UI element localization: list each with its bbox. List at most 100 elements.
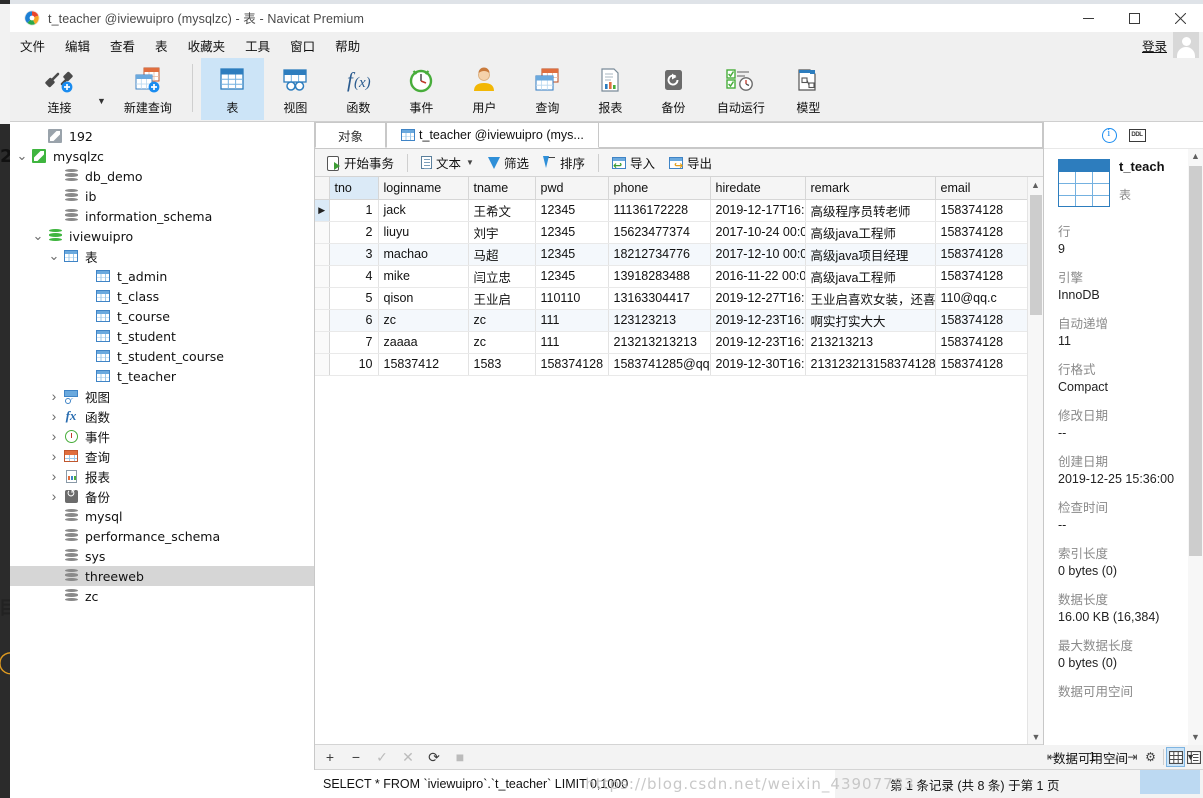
row-selector[interactable]: [315, 287, 330, 310]
toolbar-function[interactable]: f (x) 函数: [327, 58, 390, 120]
tree-node-mysqlzc[interactable]: ⌄ mysqlzc: [10, 146, 314, 166]
ddl-icon[interactable]: DDL: [1128, 128, 1146, 142]
menu-view[interactable]: 查看: [100, 33, 145, 58]
toolbar-view[interactable]: 视图: [264, 58, 327, 120]
cell-loginname[interactable]: 15837412: [378, 353, 469, 376]
cell-phone[interactable]: 15623477374: [608, 221, 711, 244]
tree-node--[interactable]: › 视图: [10, 386, 314, 406]
cell-pwd[interactable]: 12345: [535, 265, 609, 288]
toolbar-user[interactable]: 用户: [453, 58, 516, 120]
confirm-edit-button[interactable]: ✓: [375, 749, 389, 766]
row-selector[interactable]: ▶: [315, 199, 330, 222]
cell-tno[interactable]: 2: [329, 221, 379, 244]
tab-objects[interactable]: 对象: [315, 122, 387, 148]
cell-email[interactable]: 158374128: [935, 309, 1028, 332]
cell-pwd[interactable]: 12345: [535, 243, 609, 266]
cell-pwd[interactable]: 12345: [535, 199, 609, 222]
cell-email[interactable]: 158374128: [935, 265, 1028, 288]
tree-node-zc[interactable]: zc: [10, 586, 314, 606]
toolbar-model[interactable]: 模型: [777, 58, 840, 120]
tree-node-t_course[interactable]: t_course: [10, 306, 314, 326]
row-selector[interactable]: [315, 309, 330, 332]
tree-node-ib[interactable]: ib: [10, 186, 314, 206]
grid-vertical-scrollbar[interactable]: ▲ ▼: [1027, 177, 1043, 744]
cell-loginname[interactable]: mike: [378, 265, 469, 288]
cell-tname[interactable]: 1583: [468, 353, 536, 376]
close-button[interactable]: [1157, 4, 1203, 32]
tree-node-t_student_course[interactable]: t_student_course: [10, 346, 314, 366]
cell-tno[interactable]: 4: [329, 265, 379, 288]
column-header-loginname[interactable]: loginname: [378, 177, 469, 200]
cell-tno[interactable]: 1: [329, 199, 379, 222]
tree-node--[interactable]: ⌄ 表: [10, 246, 314, 266]
cell-hiredate[interactable]: 2019-12-27T16:0: [710, 287, 806, 310]
toolbar-backup[interactable]: 备份: [642, 58, 705, 120]
table-row[interactable]: 3 machao 马超 12345 18212734776 2017-12-10 00:0…: [315, 243, 1028, 266]
cell-email[interactable]: 110@qq.c: [935, 287, 1028, 310]
tree-node-t_teacher[interactable]: t_teacher: [10, 366, 314, 386]
scroll-up-icon[interactable]: ▲: [1188, 149, 1203, 164]
cell-phone[interactable]: 213213213213: [608, 331, 711, 354]
cancel-edit-button[interactable]: ✕: [401, 749, 415, 766]
cell-tname[interactable]: 刘宇: [468, 221, 536, 244]
cell-tname[interactable]: 马超: [468, 243, 536, 266]
maximize-button[interactable]: [1111, 4, 1157, 32]
cell-phone[interactable]: 123123213: [608, 309, 711, 332]
cell-tname[interactable]: zc: [468, 331, 536, 354]
chevron-right-icon[interactable]: ›: [46, 408, 62, 424]
tree-node-192[interactable]: 192: [10, 126, 314, 146]
column-header-remark[interactable]: remark: [805, 177, 936, 200]
cell-email[interactable]: 158374128: [935, 331, 1028, 354]
cell-loginname[interactable]: qison: [378, 287, 469, 310]
menu-table[interactable]: 表: [145, 33, 178, 58]
cell-phone[interactable]: 1583741285@qq.c: [608, 353, 711, 376]
column-header-hiredate[interactable]: hiredate: [710, 177, 806, 200]
tree-node-t_student[interactable]: t_student: [10, 326, 314, 346]
tree-node-threeweb[interactable]: threeweb: [10, 566, 314, 586]
toolbar-event[interactable]: 事件: [390, 58, 453, 120]
table-row[interactable]: 6 zc zc 111 123123213 2019-12-23T16:0 啊实打实大大 15…: [315, 309, 1028, 332]
minimize-button[interactable]: [1065, 4, 1111, 32]
cell-remark[interactable]: 高级java项目经理: [805, 243, 936, 266]
tree-node-information_schema[interactable]: information_schema: [10, 206, 314, 226]
chevron-down-icon[interactable]: ⌄: [30, 228, 46, 244]
cell-loginname[interactable]: machao: [378, 243, 469, 266]
menu-help[interactable]: 帮助: [325, 33, 370, 58]
sort-button[interactable]: 排序: [537, 150, 591, 175]
cell-tno[interactable]: 5: [329, 287, 379, 310]
cell-pwd[interactable]: 158374128: [535, 353, 609, 376]
column-header-phone[interactable]: phone: [608, 177, 711, 200]
chevron-down-icon[interactable]: ⌄: [14, 148, 30, 164]
table-row[interactable]: 2 liuyu 刘宇 12345 15623477374 2017-10-24 00:0 高…: [315, 221, 1028, 244]
chevron-right-icon[interactable]: ›: [46, 428, 62, 444]
table-row[interactable]: 7 zaaaa zc 111 213213213213 2019-12-23T16:0 21…: [315, 331, 1028, 354]
scroll-up-icon[interactable]: ▲: [1028, 177, 1043, 193]
menu-file[interactable]: 文件: [10, 33, 55, 58]
menu-edit[interactable]: 编辑: [55, 33, 100, 58]
cell-tname[interactable]: 王希文: [468, 199, 536, 222]
cell-hiredate[interactable]: 2017-10-24 00:0: [710, 221, 806, 244]
column-header-email[interactable]: email: [935, 177, 1028, 200]
table-row[interactable]: 5 qison 王业启 110110 13163304417 2019-12-27T16:…: [315, 287, 1028, 310]
cell-tname[interactable]: 闫立忠: [468, 265, 536, 288]
tree-node--[interactable]: › 备份: [10, 486, 314, 506]
cell-remark[interactable]: 213213213: [805, 331, 936, 354]
cell-hiredate[interactable]: 2016-11-22 00:0: [710, 265, 806, 288]
chevron-down-icon[interactable]: ⌄: [46, 248, 62, 264]
column-header-pwd[interactable]: pwd: [535, 177, 609, 200]
row-selector[interactable]: [315, 353, 330, 376]
cell-email[interactable]: 158374128: [935, 243, 1028, 266]
tree-node-db_demo[interactable]: db_demo: [10, 166, 314, 186]
row-selector[interactable]: [315, 221, 330, 244]
cell-loginname[interactable]: zaaaa: [378, 331, 469, 354]
table-row[interactable]: 10 15837412 1583 158374128 1583741285@qq.c 20…: [315, 353, 1028, 376]
refresh-button[interactable]: ⟳: [427, 749, 441, 766]
tab-t-teacher[interactable]: t_teacher @iviewuipro (mys...: [386, 122, 599, 148]
row-selector[interactable]: [315, 265, 330, 288]
chevron-down-icon[interactable]: ▼: [466, 158, 474, 167]
add-record-button[interactable]: +: [323, 749, 337, 765]
scroll-thumb[interactable]: [1030, 195, 1042, 315]
menu-tools[interactable]: 工具: [235, 33, 280, 58]
chevron-down-icon[interactable]: ▼: [1186, 752, 1195, 762]
info-panel-scrollbar[interactable]: ▲ ▼: [1188, 149, 1203, 745]
